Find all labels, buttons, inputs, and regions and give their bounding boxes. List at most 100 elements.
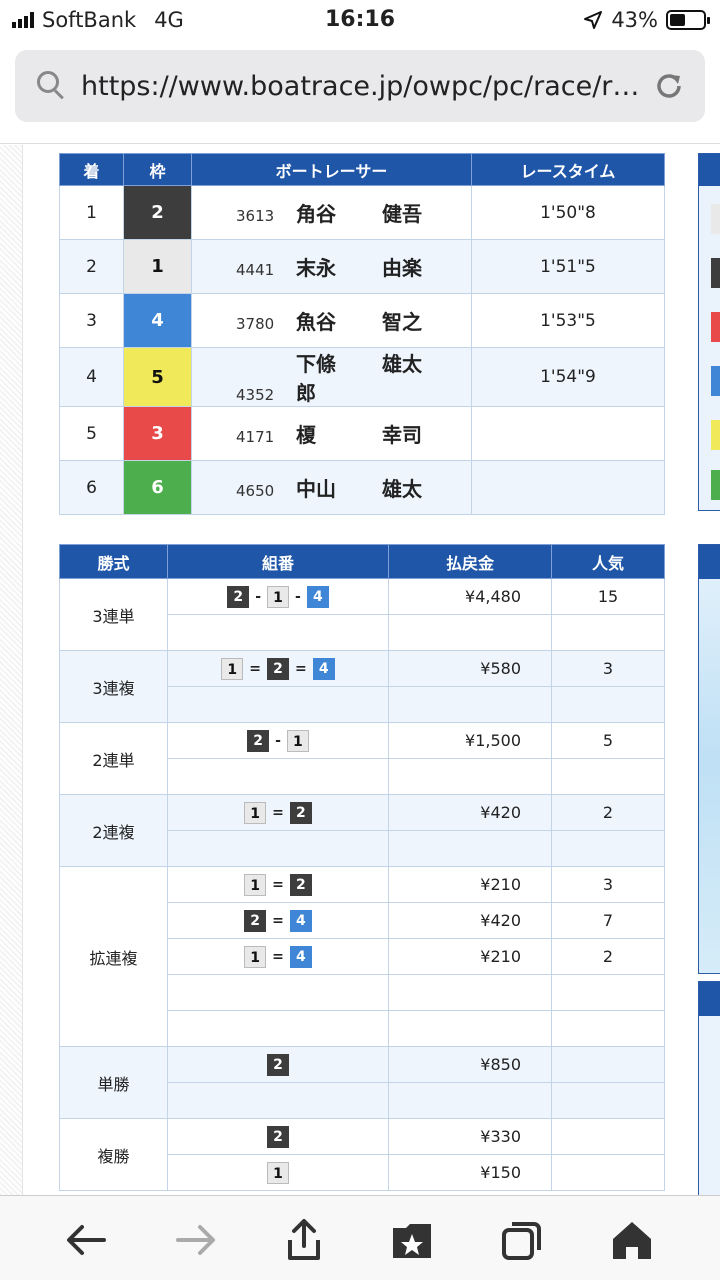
tabs-icon[interactable]: [500, 1218, 544, 1262]
racer-cell[interactable]: 3613 角谷 健吾: [191, 185, 472, 240]
payout-amount: ¥580: [388, 650, 552, 687]
waku-box-1: 1: [267, 1161, 289, 1184]
waku-box-2: 2: [289, 801, 312, 824]
popularity-cell: 5: [551, 722, 665, 759]
share-icon[interactable]: [282, 1218, 326, 1262]
search-icon: [37, 71, 67, 101]
race-time-cell: 1'51"5: [471, 239, 665, 294]
side-panel: [698, 153, 720, 511]
racer-family-name: 末永: [296, 256, 336, 280]
place-cell: 6: [59, 460, 124, 515]
payout-row: 2連複 1 = 2 ¥420 2: [59, 794, 665, 867]
combo-cell: [167, 974, 389, 1011]
waku-box-4: 4: [306, 585, 329, 608]
browser-toolbar: [0, 1195, 720, 1280]
address-bar[interactable]: https://www.boatrace.jp/owpc/pc/race/r…: [15, 50, 705, 122]
forward-icon[interactable]: [174, 1218, 218, 1262]
racer-family-name: 角谷: [296, 202, 336, 226]
combo-cell: 1: [167, 1154, 389, 1191]
race-time-cell: 1'54"9: [471, 347, 665, 407]
payout-group: 拡連複 1 = 2 ¥210 3 2 = 4 ¥420 7 1 = 4 ¥210 2: [59, 866, 665, 1047]
back-icon[interactable]: [64, 1218, 108, 1262]
racer-name[interactable]: 榎 幸司: [296, 419, 426, 448]
racer-name[interactable]: 中山 雄太: [296, 473, 426, 502]
popularity-cell: 2: [551, 794, 665, 831]
waku-box-2: 2: [244, 909, 267, 932]
payout-amount: ¥210: [388, 938, 552, 975]
racer-given-name: 雄太: [382, 477, 422, 501]
header-racer: ボートレーサー: [191, 153, 472, 186]
combo-cell: [167, 1082, 389, 1119]
race-time-cell: [471, 460, 665, 515]
table-row: 1 2 3613 角谷 健吾 1'50"8: [59, 185, 665, 240]
header-place: 着: [59, 153, 124, 186]
combo-cell: 2-1: [167, 722, 389, 759]
waku-cell: 6: [123, 460, 192, 515]
racer-name[interactable]: 角谷 健吾: [296, 198, 426, 227]
payout-group: 2連単 2-1 ¥1,500 5: [59, 722, 665, 795]
combo-cell: [167, 830, 389, 867]
payout-group: 3連複 1 = 2 = 4 ¥580 3: [59, 650, 665, 723]
racer-number: 4171: [236, 428, 275, 446]
waku-box-2: 2: [267, 1053, 289, 1076]
racer-name[interactable]: 魚谷 智之: [296, 306, 426, 335]
payout-amount: ¥420: [388, 794, 552, 831]
payout-amount: [388, 1010, 552, 1047]
bookmarks-icon[interactable]: [390, 1218, 434, 1262]
waku-box-2: 2: [289, 873, 312, 896]
racer-number: 3780: [236, 315, 275, 333]
popularity-cell: 3: [551, 866, 665, 903]
racer-family-name: 榎: [296, 423, 316, 447]
racer-given-name: 健吾: [382, 202, 422, 226]
racer-cell[interactable]: 4650 中山 雄太: [191, 460, 472, 515]
racer-name[interactable]: 末永 由楽: [296, 252, 426, 281]
table-row: 3 4 3780 魚谷 智之 1'53"5: [59, 293, 665, 348]
waku-box-1: 1: [286, 729, 309, 752]
racer-cell[interactable]: 3780 魚谷 智之: [191, 293, 472, 348]
waku-box-2: 2: [267, 657, 289, 680]
popularity-cell: 2: [551, 938, 665, 975]
payout-row: 複勝 2 ¥330: [59, 1118, 665, 1191]
combo-separator: =: [249, 660, 261, 677]
header-kind: 勝式: [59, 544, 168, 579]
racer-cell[interactable]: 4441 末永 由楽: [191, 239, 472, 294]
side-panel-2: [698, 544, 720, 974]
racer-family-name: 魚谷: [296, 310, 336, 334]
payout-row: 3連複 1 = 2 = 4 ¥580 3: [59, 650, 665, 723]
popularity-cell: [551, 1046, 665, 1083]
race-result-table: 着 枠 ボートレーサー レースタイム 1 2 3613 角谷 健吾 1'50"8 2 1 444…: [59, 153, 665, 515]
combo-cell: 2: [167, 1046, 389, 1083]
battery-icon: [666, 10, 710, 30]
racer-cell[interactable]: 4171 榎 幸司: [191, 406, 472, 461]
combo-cell: 1 = 2: [167, 794, 389, 831]
combo-cell: 1 = 2: [167, 866, 389, 903]
reload-icon[interactable]: [653, 70, 685, 102]
header-waku: 枠: [123, 153, 192, 186]
popularity-cell: [551, 830, 665, 867]
payout-table: 勝式 組番 払戻金 人気 3連単 2-1-4 ¥4,480 15 3連複 1 = 2 = 4 ¥58…: [59, 544, 665, 1191]
combo-cell: 2-1-4: [167, 578, 389, 615]
waku-box-1: 1: [221, 657, 244, 680]
popularity-cell: [551, 1118, 665, 1155]
waku-cell: 5: [123, 347, 192, 407]
payout-amount: ¥330: [388, 1118, 552, 1155]
popularity-cell: 15: [551, 578, 665, 615]
header-race-time: レースタイム: [471, 153, 665, 186]
home-icon[interactable]: [610, 1218, 654, 1262]
url-text[interactable]: https://www.boatrace.jp/owpc/pc/race/r…: [81, 71, 641, 102]
payout-amount: [388, 614, 552, 651]
racer-cell[interactable]: 4352 下條 雄太郎: [191, 347, 472, 407]
header-combo: 組番: [167, 544, 389, 579]
waku-box-1: 1: [244, 873, 267, 896]
racer-given-name: 由楽: [382, 256, 422, 280]
payout-amount: ¥150: [388, 1154, 552, 1191]
place-cell: 1: [59, 185, 124, 240]
waku-cell: 4: [123, 293, 192, 348]
status-bar: SoftBank 4G 16:16 43%: [0, 0, 720, 40]
racer-number: 4441: [236, 261, 275, 279]
racer-name[interactable]: 下條 雄太郎: [296, 348, 426, 406]
table-row: 6 6 4650 中山 雄太: [59, 460, 665, 515]
payout-group: 3連単 2-1-4 ¥4,480 15: [59, 578, 665, 651]
bet-kind-cell: 3連複: [59, 650, 168, 723]
bet-kind-cell: 2連複: [59, 794, 168, 867]
